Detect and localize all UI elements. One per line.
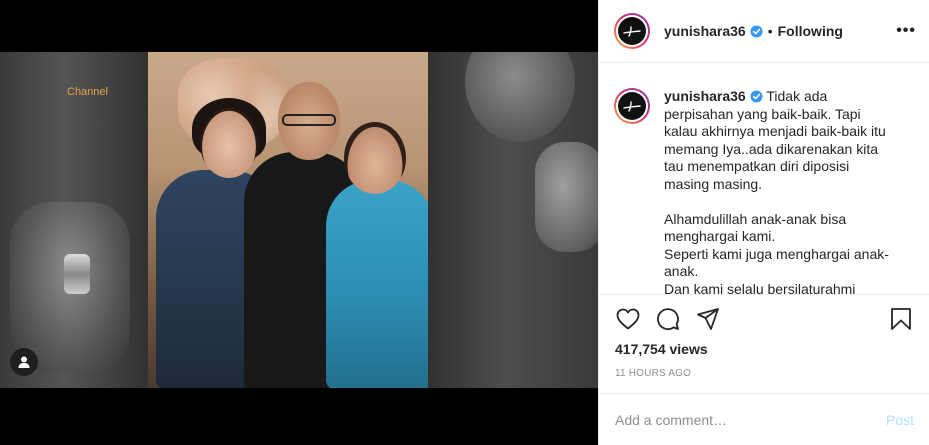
more-icon: •••	[896, 22, 916, 39]
caption-line: Alhamdulillah anak-anak bisa menghargai …	[664, 210, 847, 245]
post-panel: yunishara36 • Following ••• yunishara36 …	[598, 0, 929, 445]
avatar[interactable]	[614, 13, 650, 49]
person-center-glasses	[282, 114, 336, 126]
like-button[interactable]	[615, 306, 641, 332]
caption-line: Seperti kami juga menghargai anak-anak.	[664, 245, 889, 280]
person-right-head	[344, 122, 406, 194]
person-left-head	[200, 108, 258, 178]
comment-bar: Post	[599, 393, 929, 445]
action-icons-row	[615, 295, 914, 343]
signature-logo-icon	[623, 26, 641, 37]
post-comment-button[interactable]: Post	[886, 412, 914, 428]
caption-avatar-frame	[616, 90, 648, 122]
background-watch	[64, 254, 90, 294]
header-separator: •	[767, 23, 773, 39]
person-right-body	[326, 180, 428, 388]
user-tag-icon	[18, 356, 30, 368]
verified-badge-icon	[750, 90, 763, 103]
post-actions: 417,754 views 11 HOURS AGO	[599, 294, 929, 379]
caption-avatar-ring	[614, 88, 650, 124]
caption-avatar[interactable]	[614, 88, 650, 294]
share-icon	[697, 308, 719, 330]
video-frame[interactable]: Channel	[0, 52, 598, 388]
background-left-blur	[0, 52, 160, 388]
caption-username[interactable]: yunishara36	[664, 88, 746, 104]
comment-icon	[657, 308, 679, 330]
caption-text: yunishara36 Tidak ada perpisahan yang ba…	[664, 88, 896, 294]
header-username[interactable]: yunishara36	[664, 23, 746, 39]
bookmark-icon	[891, 308, 911, 330]
post-header: yunishara36 • Following •••	[599, 0, 929, 63]
more-options-button[interactable]: •••	[896, 22, 916, 40]
background-right-blur	[425, 52, 598, 388]
channel-watermark: Channel	[67, 86, 108, 98]
avatar-image	[618, 17, 646, 45]
post-timestamp[interactable]: 11 HOURS AGO	[615, 368, 914, 379]
share-button[interactable]	[695, 306, 721, 332]
following-button[interactable]: Following	[778, 23, 843, 39]
avatar-frame	[616, 15, 648, 47]
view-count[interactable]: 417,754 views	[615, 341, 914, 357]
signature-logo-icon	[623, 101, 641, 112]
heart-icon	[616, 308, 640, 330]
background-face	[465, 52, 575, 142]
group-photo	[148, 52, 428, 388]
caption-area: yunishara36 Tidak ada perpisahan yang ba…	[599, 72, 929, 294]
caption-avatar-image	[618, 92, 646, 120]
comment-input[interactable]	[615, 411, 886, 428]
save-button[interactable]	[888, 306, 914, 332]
post-media[interactable]: Channel	[0, 0, 598, 445]
verified-badge-icon	[750, 24, 763, 38]
background-hand	[535, 142, 598, 252]
comment-button[interactable]	[655, 306, 681, 332]
caption-line: Dan kami selalu bersilaturahmi dengan	[664, 280, 856, 295]
user-tag-button[interactable]	[10, 348, 38, 376]
